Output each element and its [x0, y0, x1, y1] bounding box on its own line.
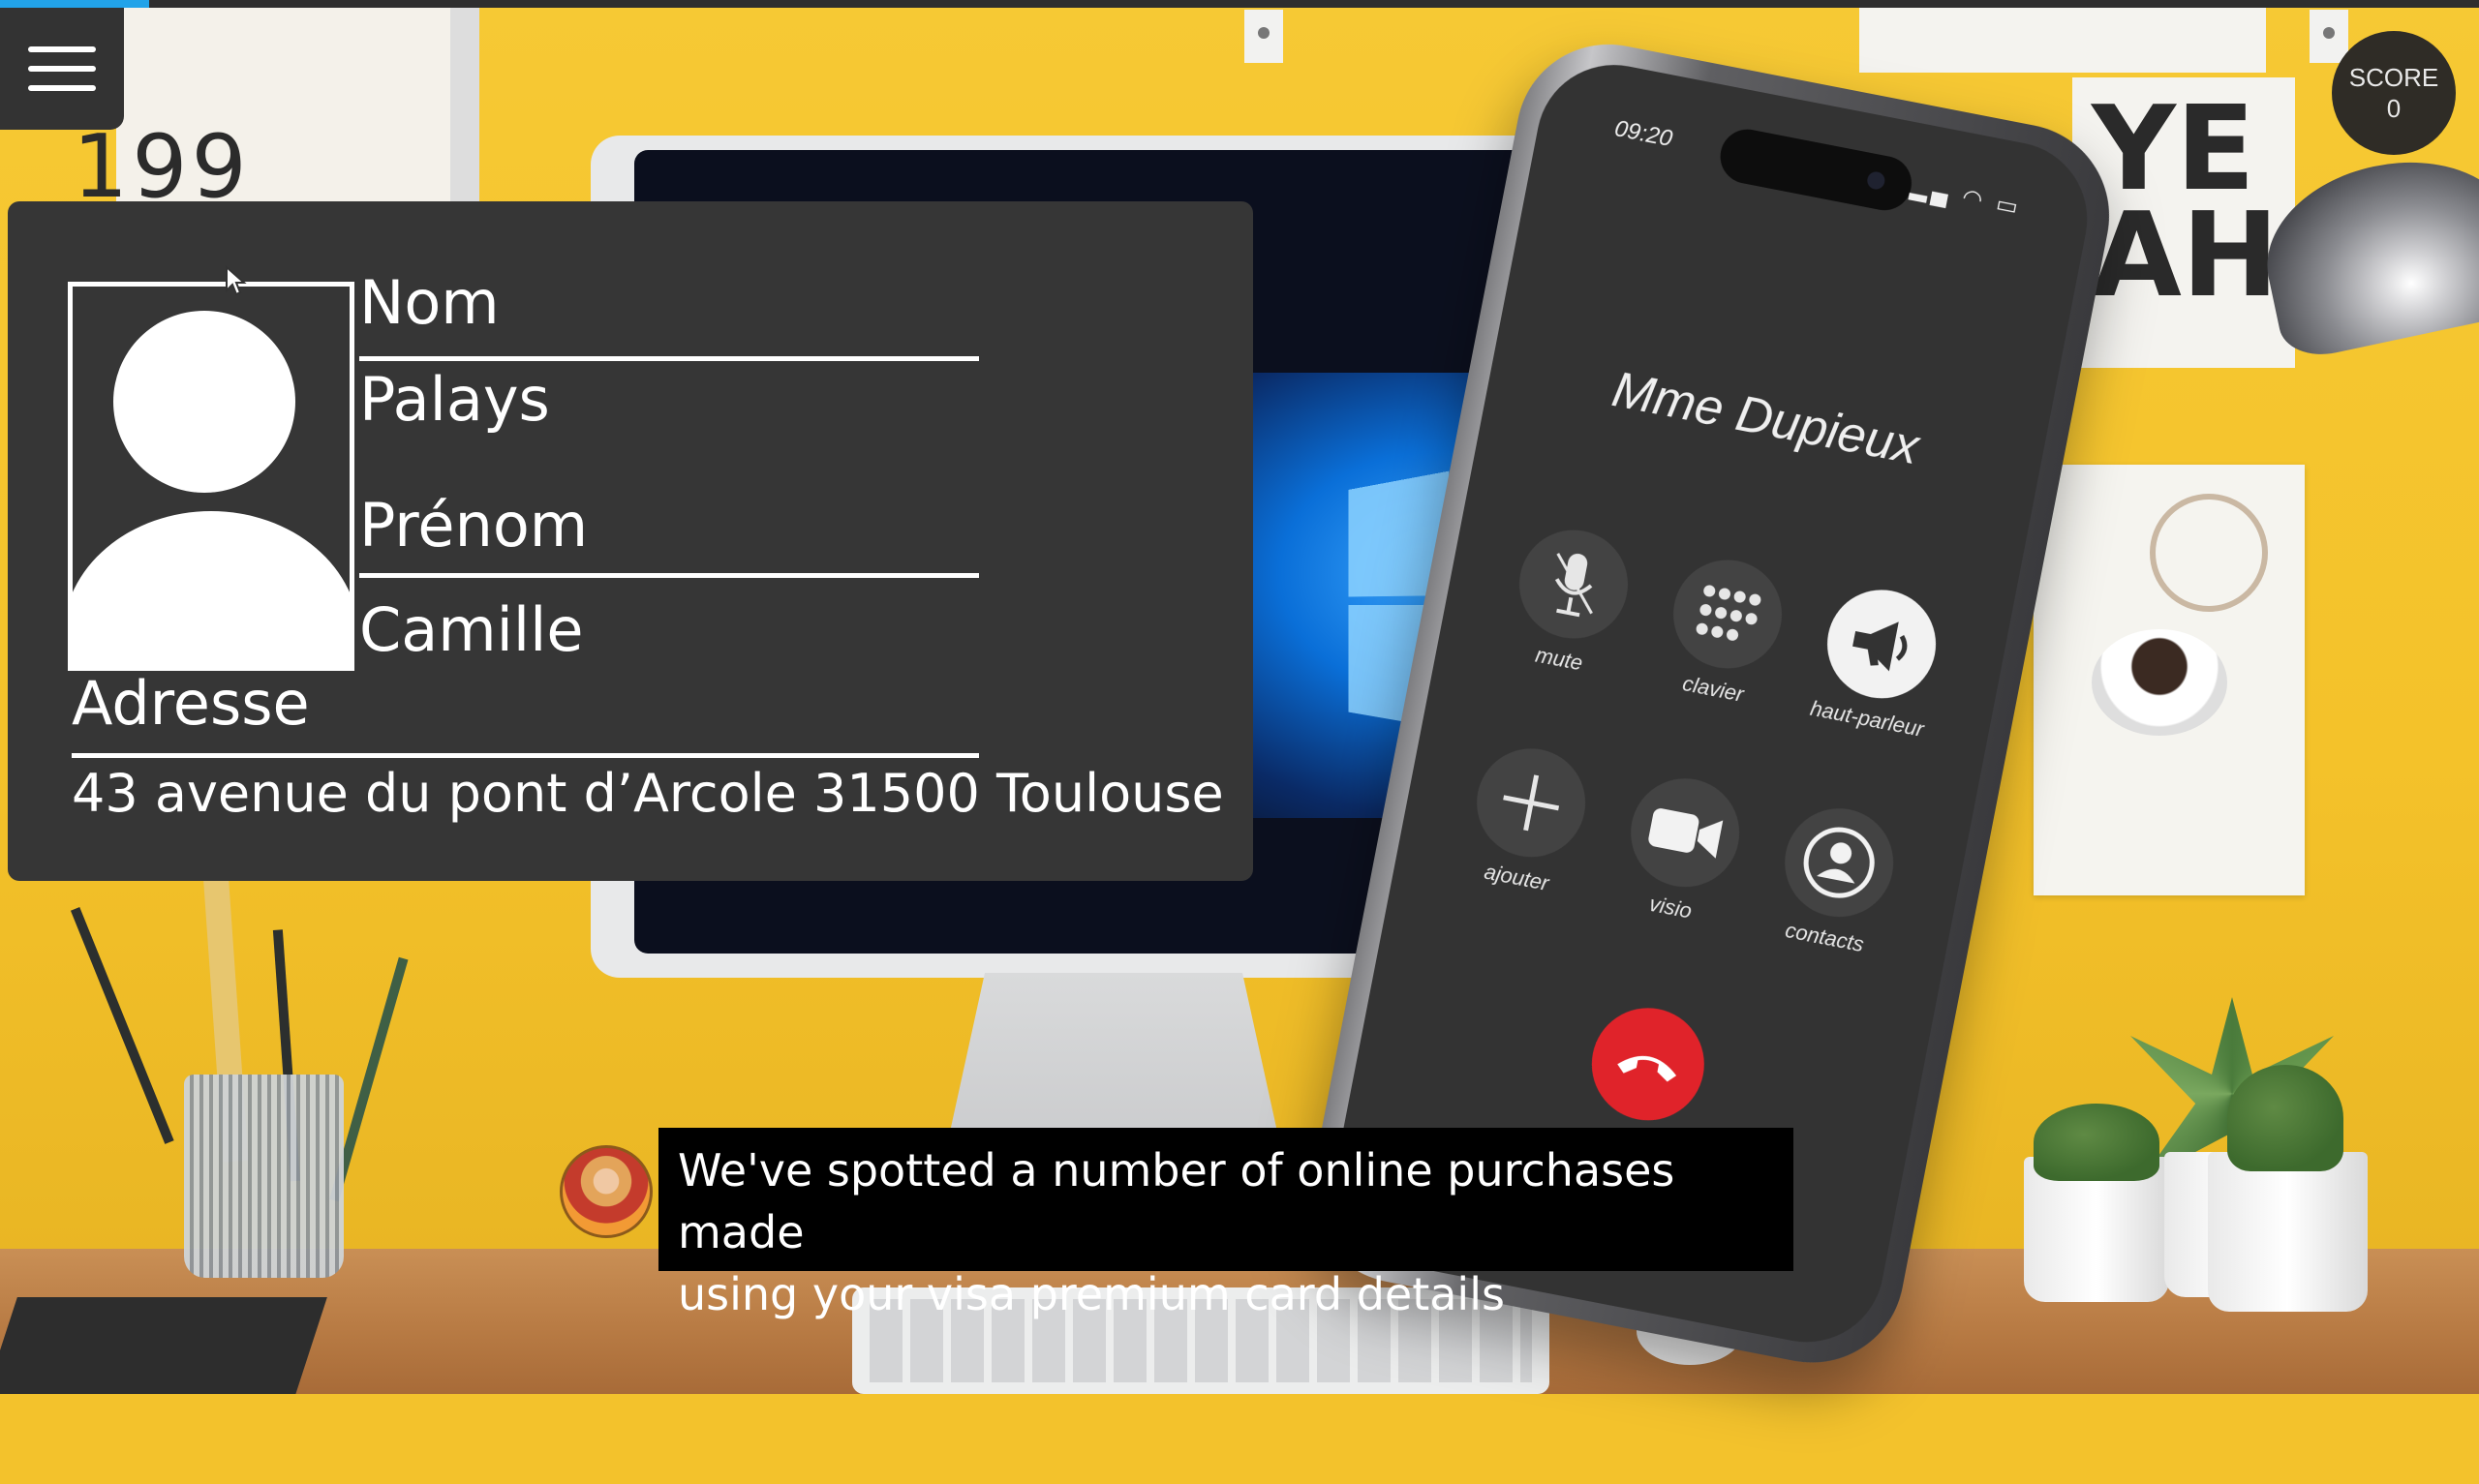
- keypad-button[interactable]: [1664, 550, 1791, 679]
- pen-cup: [184, 1075, 344, 1278]
- plant-pot: [2208, 1152, 2368, 1312]
- speaker-icon: [1852, 621, 1908, 672]
- poster-top: [1859, 0, 2266, 73]
- hang-up-icon: [1617, 1055, 1677, 1082]
- keypad-icon: [1696, 585, 1761, 641]
- signal-wifi-battery-icon: ▂▄ ◠ ▭: [1908, 173, 2025, 222]
- video-camera-icon: [1648, 808, 1724, 859]
- prenom-divider: [359, 573, 979, 578]
- cactus: [2227, 1065, 2343, 1171]
- hang-up-button[interactable]: [1581, 998, 1714, 1131]
- prenom-label: Prénom: [359, 490, 589, 560]
- status-time: 09:20: [1612, 115, 1675, 153]
- wall-panel: 199: [73, 0, 465, 223]
- speaker-button[interactable]: [1818, 580, 1945, 709]
- contact-icon: [1803, 827, 1875, 898]
- top-progress-fill: [0, 0, 149, 8]
- mouse-cursor-icon: [225, 264, 248, 303]
- subtitle-caption: We've spotted a number of online purchas…: [658, 1128, 1793, 1320]
- contacts-button[interactable]: [1775, 799, 1903, 926]
- nom-divider: [359, 356, 979, 361]
- add-call-button[interactable]: [1467, 739, 1595, 866]
- avatar-head: [113, 311, 295, 493]
- wall-frame: [450, 0, 479, 213]
- score-label: SCORE: [2348, 63, 2439, 92]
- profile-placeholder-icon: [68, 282, 354, 671]
- keypad-label: clavier: [1680, 671, 1746, 707]
- adresse-divider: [72, 753, 979, 758]
- video-call-button[interactable]: [1621, 769, 1749, 896]
- hamburger-icon-line: [28, 85, 96, 91]
- avatar-body: [73, 511, 350, 666]
- subtitle-line-1: We've spotted a number of online purchas…: [678, 1144, 1675, 1258]
- microphone-icon: [1554, 553, 1593, 618]
- nom-label: Nom: [359, 267, 500, 338]
- adresse-value: 43 avenue du pont d’Arcole 31500 Toulous…: [72, 763, 1224, 824]
- plus-icon: [1503, 774, 1560, 832]
- score-badge: SCORE 0: [2332, 31, 2456, 155]
- speaker-label: haut-parleur: [1808, 695, 1926, 742]
- wall-pin: [1244, 10, 1283, 63]
- video-call-label: visio: [1647, 891, 1695, 924]
- dynamic-island: [1715, 124, 1916, 216]
- hamburger-icon-line: [28, 66, 96, 72]
- hamburger-icon: [28, 46, 96, 52]
- wall-pin: [2310, 10, 2348, 63]
- top-progress-track: [0, 0, 2479, 8]
- score-value: 0: [2386, 94, 2402, 123]
- nom-value: Palays: [359, 364, 550, 435]
- menu-button[interactable]: [0, 8, 124, 130]
- id-card: Nom Palays Prénom Camille Adresse 43 ave…: [8, 201, 1253, 881]
- adresse-label: Adresse: [72, 668, 310, 739]
- narrator-avatar: [560, 1145, 653, 1238]
- mute-button[interactable]: [1510, 520, 1637, 649]
- add-call-label: ajouter: [1482, 859, 1551, 896]
- mute-label: mute: [1533, 642, 1585, 676]
- subtitle-line-2: using your visa premium card details: [678, 1268, 1505, 1320]
- notebook: [0, 1297, 327, 1394]
- contacts-label: contacts: [1783, 918, 1866, 957]
- prenom-value: Camille: [359, 594, 584, 665]
- caller-name: Mme Dupieux: [1607, 361, 1924, 476]
